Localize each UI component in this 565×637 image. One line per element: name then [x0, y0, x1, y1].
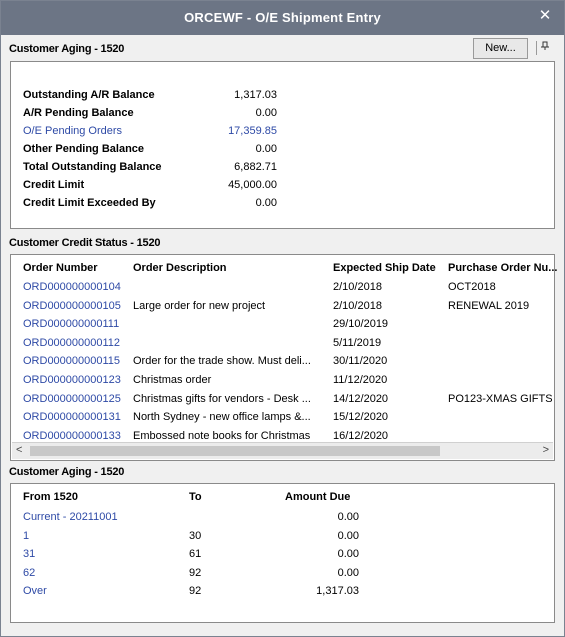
aging-to: 92	[189, 566, 202, 579]
credit-status-table: < > Order Number Order Description Expecte…	[10, 254, 557, 461]
summary-row: Other Pending Balance 0.00	[11, 143, 554, 161]
summary-row: O/E Pending Orders 17,359.85	[11, 125, 554, 143]
order-number-link[interactable]: ORD000000000104	[23, 281, 128, 293]
credit-status-label: Customer Credit Status - 1520	[9, 237, 161, 249]
aging-bottom-label: Customer Aging - 1520	[9, 466, 125, 478]
summary-value: 0.00	[255, 107, 277, 119]
summary-label: Other Pending Balance	[23, 143, 145, 155]
column-header[interactable]: To	[189, 491, 202, 503]
shipment-entry-window: ORCEWF - O/E Shipment Entry ✕ Customer A…	[0, 0, 565, 637]
aging-to: 61	[189, 548, 202, 560]
aging-amount-due: 1,317.03	[316, 585, 359, 597]
expected-ship-date: 14/12/2020	[333, 392, 389, 405]
aging-from-link[interactable]: Current - 20211001	[23, 511, 183, 523]
order-number-link[interactable]: ORD000000000123	[23, 374, 128, 386]
order-description: North Sydney - new office lamps &...	[133, 411, 311, 424]
expected-ship-date: 29/10/2019	[333, 318, 389, 331]
summary-value: 0.00	[255, 197, 277, 209]
order-description: Large order for new project	[133, 299, 266, 312]
summary-value: 6,882.71	[234, 161, 277, 173]
order-number-link[interactable]: ORD000000000112	[23, 337, 128, 349]
aging-row: Over 92 1,317.03	[11, 585, 554, 603]
summary-label[interactable]: O/E Pending Orders	[23, 125, 122, 137]
summary-row: Credit Limit Exceeded By 0.00	[11, 197, 554, 215]
summary-row: Credit Limit 45,000.00	[11, 179, 554, 197]
table-row[interactable]: ORD000000000111 29/10/2019	[11, 318, 554, 336]
summary-label: Credit Limit Exceeded By	[23, 197, 156, 209]
purchase-order-number: PO123-XMAS GIFTS	[448, 392, 552, 405]
aging-to: 92	[189, 585, 202, 597]
order-description: Order for the trade show. Must deli...	[133, 355, 311, 368]
summary-label: Outstanding A/R Balance	[23, 89, 155, 101]
summary-label: Credit Limit	[23, 179, 85, 191]
table-row[interactable]: ORD000000000133 Embossed note books for C…	[11, 430, 554, 448]
expected-ship-date: 2/10/2018	[333, 281, 382, 293]
aging-from-link[interactable]: 1	[23, 530, 183, 542]
summary-row: Outstanding A/R Balance 1,317.03	[11, 89, 554, 107]
order-number-link[interactable]: ORD000000000105	[23, 300, 128, 312]
order-number-link[interactable]: ORD000000000131	[23, 411, 128, 423]
column-header[interactable]: Order Description	[133, 262, 227, 274]
expected-ship-date: 5/11/2019	[333, 336, 382, 349]
expected-ship-date: 2/10/2018	[333, 299, 382, 312]
summary-label: Total Outstanding Balance	[23, 161, 162, 173]
expected-ship-date: 15/12/2020	[333, 411, 389, 424]
summary-row: Total Outstanding Balance 6,882.71	[11, 161, 554, 179]
column-header[interactable]: Expected Ship Date	[333, 262, 436, 274]
column-header[interactable]: Purchase Order Nu...	[448, 262, 557, 274]
order-number-link[interactable]: ORD000000000125	[23, 393, 128, 405]
table-row[interactable]: ORD000000000123 Christmas order 11/12/2020	[11, 374, 554, 392]
order-number-link[interactable]: ORD000000000133	[23, 430, 128, 442]
summary-value: 17,359.85	[228, 125, 277, 137]
summary-row: A/R Pending Balance 0.00	[11, 107, 554, 125]
expected-ship-date: 30/11/2020	[333, 355, 388, 368]
aging-amount-due: 0.00	[337, 511, 359, 523]
summary-value: 1,317.03	[234, 89, 277, 101]
order-number-link[interactable]: ORD000000000111	[23, 318, 128, 330]
table-row[interactable]: ORD000000000105 Large order for new proje…	[11, 300, 554, 318]
order-description: Christmas order	[133, 374, 212, 386]
aging-from-link[interactable]: Over	[23, 585, 183, 597]
column-header[interactable]: From 1520	[23, 491, 78, 503]
window-title: ORCEWF - O/E Shipment Entry	[184, 10, 381, 25]
summary-value: 45,000.00	[228, 179, 277, 191]
aging-row: Current - 20211001 0.00	[11, 511, 554, 529]
table-row[interactable]: ORD000000000115 Order for the trade show.…	[11, 355, 554, 373]
new-button[interactable]: New...	[473, 38, 528, 59]
table-row[interactable]: ORD000000000131 North Sydney - new office…	[11, 411, 554, 429]
aging-row: 1 30 0.00	[11, 530, 554, 548]
summary-label: A/R Pending Balance	[23, 107, 134, 119]
table-row[interactable]: ORD000000000112 5/11/2019	[11, 337, 554, 355]
aging-top-label: Customer Aging - 1520	[9, 43, 125, 55]
purchase-order-number: RENEWAL 2019	[448, 299, 530, 312]
table-row[interactable]: ORD000000000104 2/10/2018 OCT2018	[11, 281, 554, 299]
table-row[interactable]: ORD000000000125 Christmas gifts for vendo…	[11, 393, 554, 411]
aging-from-link[interactable]: 62	[23, 567, 183, 579]
aging-amount-due: 0.00	[337, 529, 359, 542]
aging-row: 31 61 0.00	[11, 548, 554, 566]
column-header[interactable]: Amount Due	[285, 491, 350, 503]
aging-amount-due: 0.00	[337, 548, 359, 560]
close-icon[interactable]: ✕	[536, 7, 554, 25]
order-number-link[interactable]: ORD000000000115	[23, 355, 128, 367]
aging-summary-panel: Outstanding A/R Balance 1,317.03 A/R Pendi…	[10, 61, 555, 229]
purchase-order-number: OCT2018	[448, 281, 496, 293]
aging-to: 30	[189, 529, 202, 542]
column-header[interactable]: Order Number	[23, 262, 98, 274]
pin-icon[interactable]	[536, 41, 553, 55]
title-bar: ORCEWF - O/E Shipment Entry ✕	[1, 1, 564, 35]
aging-buckets-table: From 1520 To Amount Due Current - 20211001 0…	[10, 483, 555, 623]
order-description: Embossed note books for Christmas	[133, 429, 311, 442]
aging-from-link[interactable]: 31	[23, 548, 183, 560]
aging-amount-due: 0.00	[337, 566, 359, 579]
order-description: Christmas gifts for vendors - Desk ...	[133, 392, 311, 405]
aging-row: 62 92 0.00	[11, 567, 554, 585]
summary-value: 0.00	[255, 143, 277, 155]
expected-ship-date: 11/12/2020	[333, 374, 388, 386]
expected-ship-date: 16/12/2020	[333, 429, 389, 442]
